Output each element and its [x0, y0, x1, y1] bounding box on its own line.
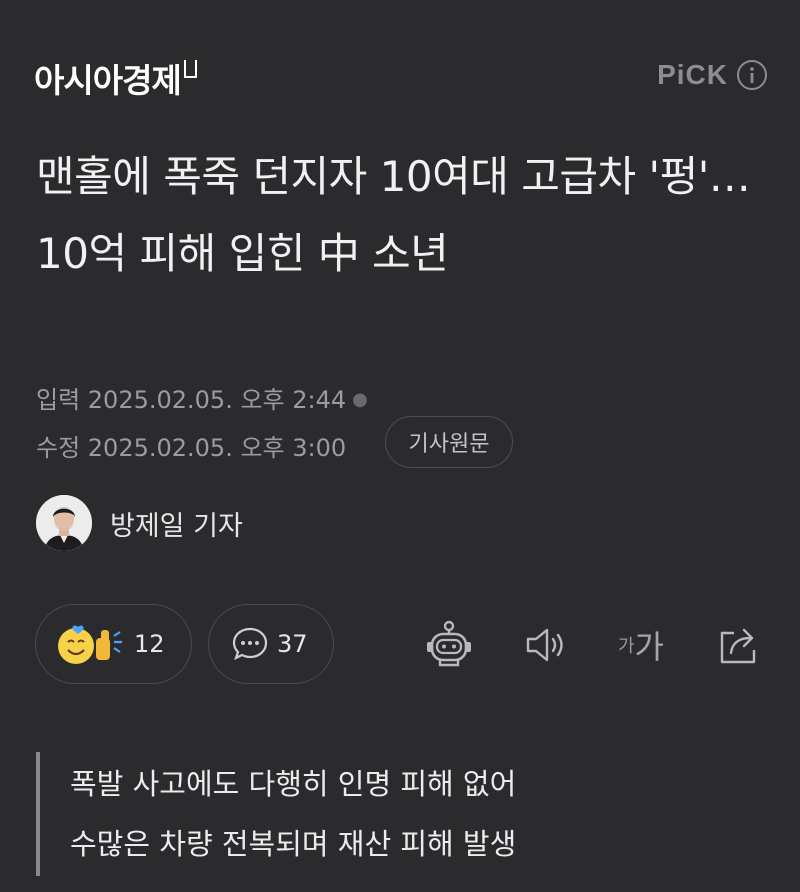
- font-big-label: 가: [634, 628, 664, 666]
- font-small-label: 가: [617, 636, 635, 657]
- edit-time: 수정 2025.02.05. 오후 3:00: [36, 434, 347, 462]
- author-avatar[interactable]: [36, 495, 92, 551]
- article-summary: 폭발 사고에도 다행히 인명 피해 없어 수많은 차량 전복되며 재산 피해 발…: [36, 752, 516, 876]
- comment-count: 37: [277, 630, 308, 658]
- press-logo-text: 아시아경제: [34, 61, 182, 100]
- logo-mark-icon: [183, 60, 197, 78]
- info-icon[interactable]: [736, 59, 768, 91]
- summary-line: 수많은 차량 전복되며 재산 피해 발생: [70, 827, 517, 861]
- author-photo-icon: [36, 495, 92, 551]
- article-title: 맨홀에 폭죽 던지자 10여대 고급차 '펑'…10억 피해 입힌 中 소년: [36, 152, 751, 278]
- speaker-icon: [526, 628, 563, 662]
- original-article-button[interactable]: 기사원문: [385, 416, 513, 468]
- separator-dot: ●: [352, 389, 368, 410]
- comment-icon: [232, 627, 268, 661]
- pick-label: PiCK: [657, 59, 728, 90]
- summary-line: 폭발 사고에도 다행히 인명 피해 없어: [70, 767, 517, 801]
- input-time-text: 입력 2025.02.05. 오후 2:44: [36, 386, 347, 414]
- comment-button[interactable]: 37: [208, 604, 334, 684]
- emoji-reaction-icon: [58, 625, 122, 664]
- press-logo[interactable]: 아시아경제: [34, 54, 197, 102]
- text-to-speech-button[interactable]: [520, 620, 570, 670]
- pick-badge[interactable]: PiCK: [657, 59, 768, 91]
- author-name: 방제일 기자: [110, 510, 243, 542]
- reaction-count: 12: [134, 630, 165, 658]
- input-time: 입력 2025.02.05. 오후 2:44 ●: [36, 380, 368, 415]
- share-button[interactable]: [714, 620, 764, 670]
- author-info[interactable]: 방제일 기자: [36, 495, 243, 551]
- reaction-button[interactable]: 12: [35, 604, 192, 684]
- header: 아시아경제 PiCK: [34, 50, 768, 106]
- font-size-button[interactable]: 가가: [610, 620, 672, 670]
- share-icon: [720, 628, 756, 664]
- ai-summary-button[interactable]: [424, 620, 474, 670]
- robot-icon: [427, 620, 471, 667]
